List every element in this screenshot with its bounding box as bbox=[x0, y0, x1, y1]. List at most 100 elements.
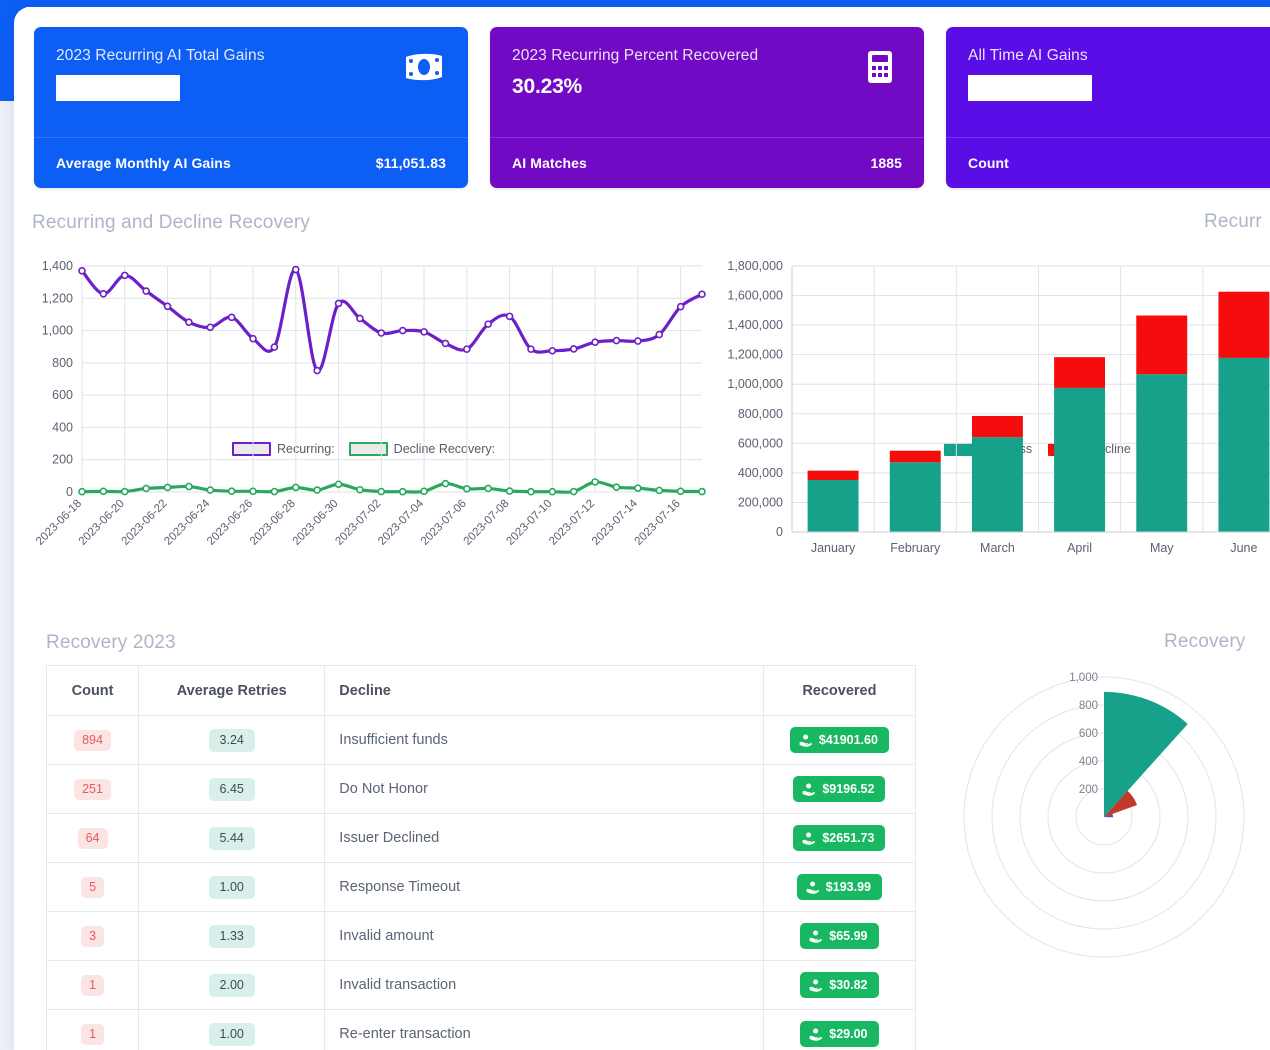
count-badge: 3 bbox=[81, 926, 104, 947]
kpi-card-percent-recovered[interactable]: 2023 Recurring Percent Recovered 30.23% bbox=[490, 27, 924, 188]
cell-recovered: $29.00 bbox=[763, 1010, 915, 1050]
calculator-icon bbox=[860, 47, 900, 87]
recurring-monthly-bar-chart[interactable]: 0200,000400,000600,000800,0001,000,0001,… bbox=[710, 244, 1270, 644]
kpi-footer: AI Matches 1885 bbox=[490, 137, 924, 188]
y-axis-tick-label: 1,000,000 bbox=[727, 377, 783, 391]
recovered-download-button[interactable]: $30.82 bbox=[800, 972, 878, 998]
cell-average-retries: 5.44 bbox=[139, 814, 325, 863]
hand-holding-money-icon bbox=[799, 734, 813, 747]
polar-wedge[interactable] bbox=[1104, 692, 1188, 817]
y-axis-tick-label: 1,800,000 bbox=[727, 259, 783, 273]
cell-count: 1 bbox=[47, 961, 139, 1010]
recovery-polar-chart[interactable]: 2004006008001,000 bbox=[954, 647, 1254, 977]
bar-group[interactable] bbox=[1136, 316, 1187, 532]
table-row: 3 1.33Invalid amount $65.99 bbox=[47, 912, 916, 961]
y-axis-tick-label: 1,000 bbox=[42, 324, 73, 338]
cell-recovered: $2651.73 bbox=[763, 814, 915, 863]
kpi-footer-label: AI Matches bbox=[512, 155, 587, 171]
table-row: 12.00Invalid transaction$30.82 bbox=[47, 961, 916, 1010]
cell-recovered: $41901.60 bbox=[763, 716, 915, 765]
y-axis-tick-label: 400,000 bbox=[738, 466, 783, 480]
cell-decline-reason: Do Not Honor bbox=[325, 765, 764, 814]
y-axis-tick-label: 800 bbox=[52, 356, 73, 370]
content-panel: 2023 Recurring AI Total Gains bbox=[14, 7, 1270, 1050]
recovered-download-button[interactable]: $65.99 bbox=[800, 923, 878, 949]
table-head: Count Average Retries Decline Recovered bbox=[47, 666, 916, 716]
table-title: Recovery 2023 bbox=[46, 632, 176, 654]
y-axis-tick-label: 400 bbox=[52, 420, 73, 434]
cell-average-retries: 1.33 bbox=[139, 912, 325, 961]
column-header-retries: Average Retries bbox=[139, 666, 325, 716]
cell-decline-reason: Invalid transaction bbox=[325, 961, 764, 1010]
retries-badge: 5.44 bbox=[209, 827, 255, 850]
count-badge: 5 bbox=[81, 877, 104, 898]
y-axis-tick-label: 1,400 bbox=[42, 259, 73, 273]
polar-chart-wrap: 2004006008001,000 bbox=[954, 647, 1254, 982]
recovered-download-button[interactable]: $2651.73 bbox=[793, 825, 885, 851]
top-accent-bar bbox=[0, 0, 1270, 7]
table-row: 1 1.00 Re-enter transaction $29.00 bbox=[47, 1010, 916, 1050]
recovery-table: Count Average Retries Decline Recovered … bbox=[46, 665, 916, 1050]
x-axis-tick-label: June bbox=[1230, 541, 1257, 555]
recovered-download-button[interactable]: $41901.60 bbox=[790, 727, 889, 753]
cell-decline-reason: Re-enter transaction bbox=[325, 1010, 764, 1050]
y-axis-tick-label: 1,400,000 bbox=[727, 318, 783, 332]
bar-group[interactable] bbox=[808, 471, 859, 532]
hand-holding-money-icon bbox=[809, 979, 823, 992]
kpi-card-recurring-total-gains[interactable]: 2023 Recurring AI Total Gains bbox=[34, 27, 468, 188]
table-header-row: Count Average Retries Decline Recovered bbox=[47, 666, 916, 716]
kpi-footer: Average Monthly AI Gains $11,051.83 bbox=[34, 137, 468, 188]
cell-average-retries: 6.45 bbox=[139, 765, 325, 814]
y-axis-tick-label: 1,200 bbox=[42, 291, 73, 305]
count-badge: 64 bbox=[78, 828, 108, 849]
table-row: 51.00Response Timeout$193.99 bbox=[47, 863, 916, 912]
line-series bbox=[79, 267, 705, 374]
hand-holding-money-icon bbox=[809, 1028, 823, 1041]
cell-average-retries: 1.00 bbox=[139, 1010, 325, 1050]
recovered-download-button[interactable]: $29.00 bbox=[800, 1021, 878, 1047]
retries-badge: 3.24 bbox=[209, 729, 255, 752]
y-axis-tick-label: 600,000 bbox=[738, 436, 783, 450]
retries-badge: 1.00 bbox=[209, 1023, 255, 1046]
recurring-decline-line-chart[interactable]: 02004006008001,0001,2001,4002023-06-1820… bbox=[14, 244, 714, 644]
table-row: 645.44Issuer Declined$2651.73 bbox=[47, 814, 916, 863]
kpi-title: 2023 Recurring Percent Recovered bbox=[512, 46, 902, 66]
dashboard-root: 2023 Recurring AI Total Gains bbox=[0, 0, 1270, 1050]
count-badge: 1 bbox=[81, 975, 104, 996]
cell-recovered: $65.99 bbox=[763, 912, 915, 961]
radial-tick-label: 400 bbox=[1079, 756, 1098, 768]
x-axis-tick-label: January bbox=[811, 541, 856, 555]
y-axis-tick-label: 1,600,000 bbox=[727, 289, 783, 303]
y-axis-tick-label: 200 bbox=[52, 453, 73, 467]
cell-decline-reason: Invalid amount bbox=[325, 912, 764, 961]
recovered-download-button[interactable]: $193.99 bbox=[797, 874, 882, 900]
kpi-card-body: All Time AI Gains bbox=[946, 27, 1270, 137]
count-badge: 894 bbox=[74, 730, 111, 751]
bar-group[interactable] bbox=[1054, 357, 1105, 532]
cell-count: 5 bbox=[47, 863, 139, 912]
bar-group[interactable] bbox=[972, 416, 1023, 532]
cell-count: 3 bbox=[47, 912, 139, 961]
kpi-footer-value: $11,051.83 bbox=[376, 155, 446, 171]
kpi-card-all-time-gains[interactable]: All Time AI Gains Count bbox=[946, 27, 1270, 188]
recovered-amount: $65.99 bbox=[829, 929, 867, 943]
hand-holding-money-icon bbox=[806, 881, 820, 894]
y-axis-tick-label: 600 bbox=[52, 388, 73, 402]
x-axis-tick-label: April bbox=[1067, 541, 1092, 555]
recovered-amount: $2651.73 bbox=[822, 831, 874, 845]
recovered-download-button[interactable]: $9196.52 bbox=[793, 776, 885, 802]
x-axis-tick-label: February bbox=[890, 541, 941, 555]
cell-decline-reason: Insufficient funds bbox=[325, 716, 764, 765]
column-header-recovered: Recovered bbox=[763, 666, 915, 716]
y-axis-tick-label: 1,200,000 bbox=[727, 348, 783, 362]
bar-group[interactable] bbox=[1218, 292, 1269, 532]
kpi-value-redacted bbox=[968, 75, 1092, 101]
kpi-footer-label: Average Monthly AI Gains bbox=[56, 155, 231, 171]
recovered-amount: $30.82 bbox=[829, 978, 867, 992]
count-badge: 251 bbox=[74, 779, 111, 800]
y-axis-tick-label: 0 bbox=[66, 485, 73, 499]
bar-group[interactable] bbox=[890, 451, 941, 532]
y-axis-tick-label: 800,000 bbox=[738, 407, 783, 421]
radial-tick-label: 1,000 bbox=[1069, 672, 1098, 684]
cell-count: 1 bbox=[47, 1010, 139, 1050]
